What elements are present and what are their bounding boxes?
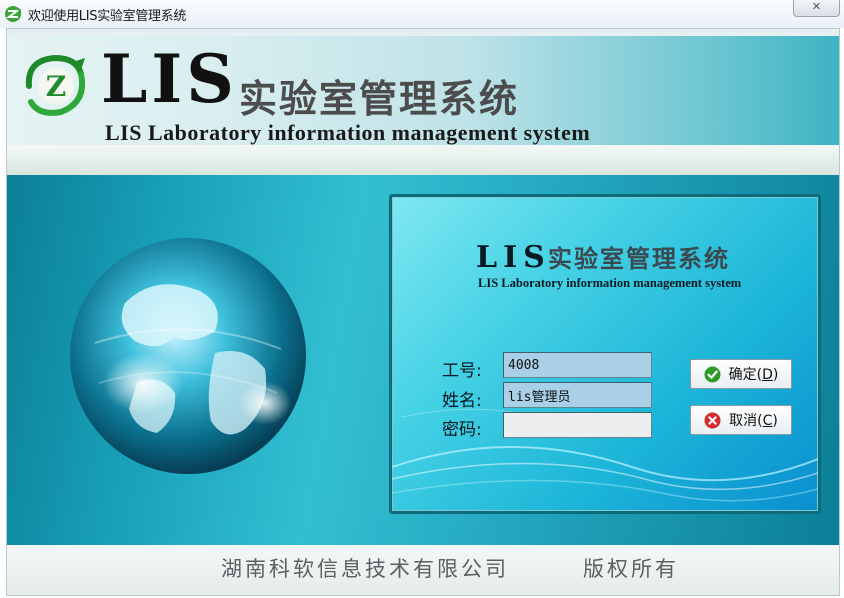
name-input[interactable] [503, 382, 652, 408]
header-en-title: LIS Laboratory information management sy… [105, 120, 591, 145]
header-divider [7, 145, 839, 175]
close-button[interactable]: ✕ [793, 0, 840, 17]
check-circle-icon [704, 366, 721, 382]
header-banner: Z LIS 实验室管理系统 LIS Laboratory information… [7, 36, 839, 152]
cancel-button[interactable]: 取消(C) [690, 405, 792, 435]
panel-cn-title: 实验室管理系统 [548, 244, 730, 273]
password-label: 密码: [442, 420, 482, 440]
login-panel: LIS 实验室管理系统 LIS Laboratory information m… [389, 194, 821, 514]
cancel-label: 取消(C) [729, 413, 778, 429]
employee-id-label: 工号: [442, 361, 482, 381]
header-brand: LIS [101, 40, 238, 118]
footer-rights: 版权所有 [583, 557, 679, 581]
x-circle-icon [704, 412, 721, 428]
name-label: 姓名: [442, 391, 482, 411]
login-window: Z LIS 实验室管理系统 LIS Laboratory information… [6, 28, 840, 596]
header-cn-title: 实验室管理系统 [239, 76, 520, 121]
close-icon: ✕ [811, 0, 822, 13]
confirm-label: 确定(D) [728, 367, 779, 383]
password-input[interactable] [503, 412, 652, 438]
login-background: LIS 实验室管理系统 LIS Laboratory information m… [7, 175, 839, 545]
employee-id-input[interactable] [503, 352, 652, 378]
window-title: 欢迎使用LIS实验室管理系统 [28, 9, 187, 24]
window-title-bar: 欢迎使用LIS实验室管理系统 ✕ [0, 0, 844, 28]
footer-company: 湖南科软信息技术有限公司 [221, 557, 509, 581]
panel-en-title: LIS Laboratory information management sy… [478, 276, 742, 290]
panel-brand: LIS [476, 240, 551, 275]
footer: 湖南科软信息技术有限公司 版权所有 [7, 545, 839, 595]
logo-letter: Z [46, 70, 66, 103]
confirm-button[interactable]: 确定(D) [690, 359, 792, 389]
z-logo-icon: Z [25, 54, 85, 116]
app-icon [5, 6, 22, 22]
globe-illustration [70, 238, 306, 474]
